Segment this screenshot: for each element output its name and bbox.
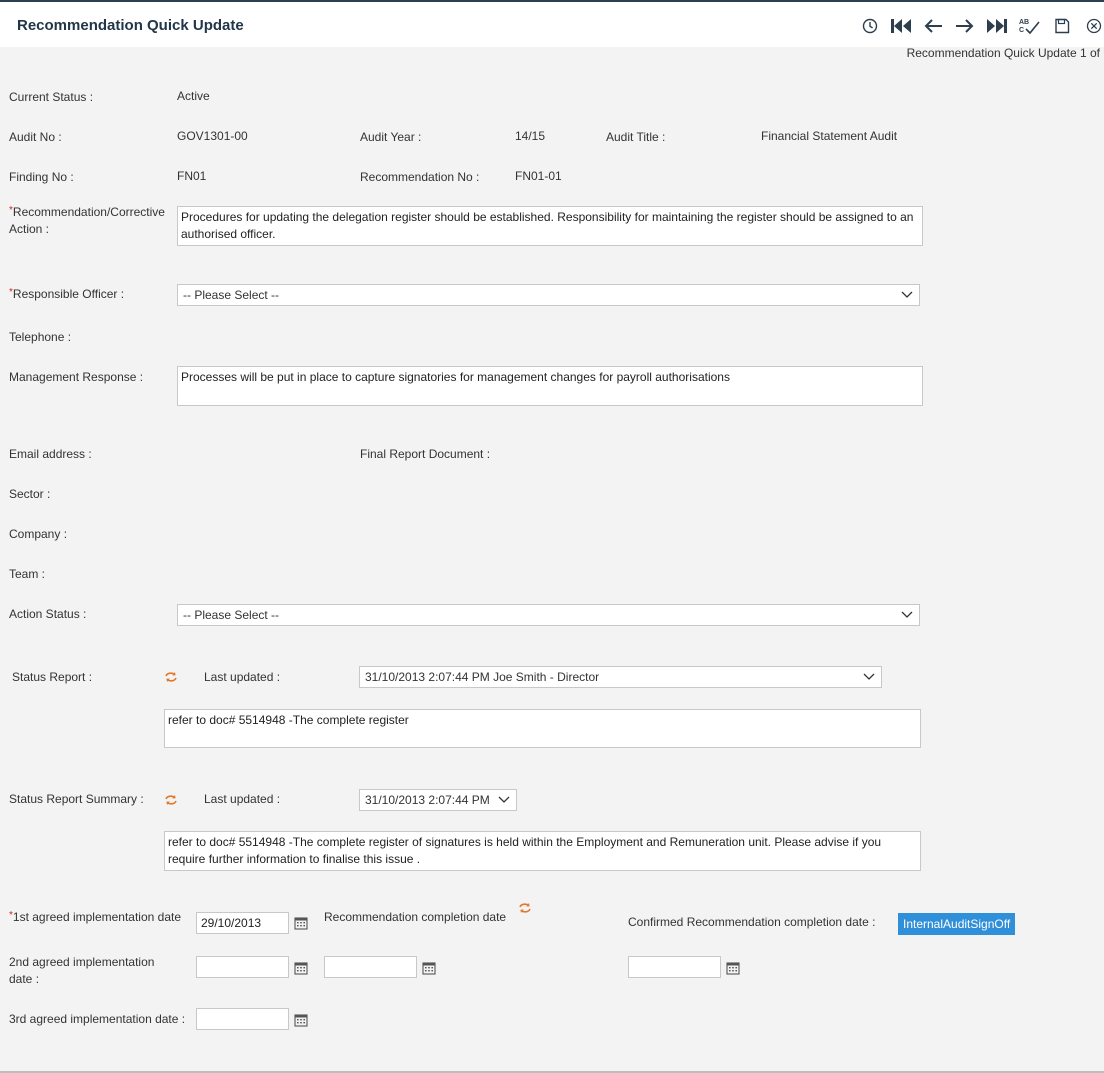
second-date-label: 2nd agreed implementation (9, 955, 155, 969)
close-icon[interactable] (1083, 16, 1104, 36)
finding-no-value: FN01 (177, 169, 207, 183)
recommendation-no-value: FN01-01 (515, 169, 562, 183)
title-bar: Recommendation Quick Update AB C (0, 2, 1104, 47)
current-status-label: Current Status : (9, 90, 94, 104)
management-response-textarea[interactable]: Processes will be put in place to captur… (177, 366, 923, 406)
calendar-icon[interactable] (726, 961, 740, 975)
rec-completion-label: Recommendation completion date (324, 910, 507, 924)
calendar-icon[interactable] (294, 1013, 308, 1027)
last-record-icon[interactable] (986, 16, 1008, 36)
chevron-down-icon (863, 673, 875, 680)
pager-text: Recommendation Quick Update 1 of (906, 46, 1100, 60)
third-date-label: 3rd agreed implementation date : (9, 1012, 186, 1026)
sector-label: Sector : (9, 487, 51, 501)
spellcheck-icon[interactable]: AB C (1018, 16, 1040, 36)
recommendation-label: Recommendation/Corrective (9, 205, 165, 219)
telephone-label: Telephone : (9, 330, 72, 344)
chevron-down-icon (901, 611, 913, 618)
second-date-input[interactable] (196, 956, 289, 978)
audit-no-value: GOV1301-00 (177, 129, 248, 143)
responsible-officer-label: Responsible Officer : (9, 287, 124, 301)
save-icon[interactable] (1051, 16, 1073, 36)
audit-year-label: Audit Year : (360, 130, 422, 144)
history-icon[interactable] (859, 16, 881, 36)
third-date-input[interactable] (196, 1008, 289, 1030)
recommendation-no-label: Recommendation No : (360, 170, 480, 184)
status-summary-label: Status Report Summary : (9, 792, 144, 806)
recommendation-label-line2: Action : (9, 222, 50, 236)
status-report-last-updated-label: Last updated : (204, 670, 281, 684)
refresh-icon[interactable] (518, 902, 532, 914)
status-summary-history-select[interactable]: 31/10/2013 2:07:44 PM (359, 789, 517, 811)
rec-completion-date-input[interactable] (324, 956, 417, 978)
calendar-icon[interactable] (294, 961, 308, 975)
responsible-officer-selected: -- Please Select -- (183, 288, 280, 302)
action-status-label: Action Status : (9, 607, 87, 621)
status-summary-last-updated-value: 31/10/2013 2:07:44 PM (365, 793, 490, 807)
responsible-officer-select[interactable]: -- Please Select -- (177, 284, 920, 306)
current-status-value: Active (177, 89, 210, 103)
confirmed-completion-label: Confirmed Recommendation completion date… (628, 915, 876, 929)
action-status-select[interactable]: -- Please Select -- (177, 604, 920, 626)
second-date-label-line2: date : (9, 972, 40, 986)
svg-text:C: C (1019, 27, 1024, 34)
refresh-icon[interactable] (164, 671, 178, 683)
management-response-label: Management Response : (9, 370, 144, 384)
status-summary-last-updated-label: Last updated : (204, 792, 281, 806)
audit-year-value: 14/15 (515, 129, 546, 143)
chevron-down-icon (901, 291, 913, 298)
finding-no-label: Finding No : (9, 170, 74, 184)
audit-no-label: Audit No : (9, 130, 62, 144)
audit-title-value: Financial Statement Audit (761, 129, 898, 143)
status-summary-textarea[interactable]: refer to doc# 5514948 -The complete regi… (164, 831, 921, 871)
audit-title-label: Audit Title : (606, 130, 666, 144)
first-date-label: 1st agreed implementation date (9, 910, 181, 924)
previous-icon[interactable] (922, 16, 944, 36)
first-date-input[interactable]: 29/10/2013 (196, 912, 289, 934)
status-report-textarea[interactable]: refer to doc# 5514948 -The complete regi… (164, 709, 921, 748)
calendar-icon[interactable] (422, 961, 436, 975)
team-label: Team : (9, 567, 46, 581)
svg-text:AB: AB (1019, 19, 1029, 26)
chevron-down-icon (498, 796, 510, 803)
company-label: Company : (9, 527, 68, 541)
page-title: Recommendation Quick Update (17, 17, 244, 34)
email-label: Email address : (9, 447, 92, 461)
recommendation-textarea[interactable]: Procedures for updating the delegation r… (177, 206, 923, 246)
confirmed-completion-date-input[interactable] (628, 956, 721, 978)
next-icon[interactable] (954, 16, 976, 36)
status-report-history-select[interactable]: 31/10/2013 2:07:44 PM Joe Smith - Direct… (359, 666, 882, 688)
refresh-icon[interactable] (164, 794, 178, 806)
final-report-label: Final Report Document : (360, 447, 491, 461)
status-report-label: Status Report : (12, 670, 93, 684)
calendar-icon[interactable] (294, 916, 308, 930)
first-record-icon[interactable] (890, 16, 912, 36)
status-report-last-updated-value: 31/10/2013 2:07:44 PM Joe Smith - Direct… (365, 670, 600, 684)
internal-audit-signoff-button[interactable]: InternalAuditSignOff (898, 913, 1016, 935)
action-status-selected: -- Please Select -- (183, 608, 280, 622)
